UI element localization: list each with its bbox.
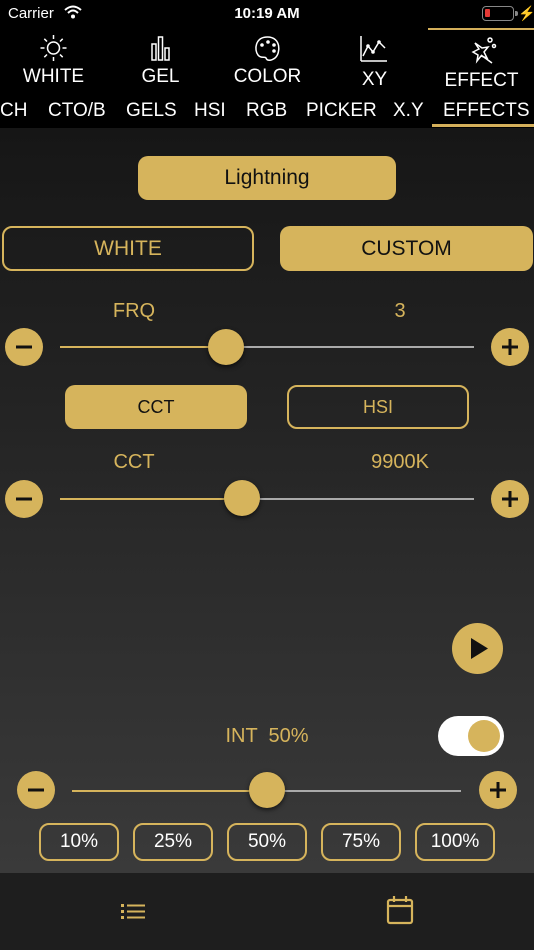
- intensity-decrease-button[interactable]: [17, 771, 55, 809]
- cct-increase-button[interactable]: [491, 480, 529, 518]
- mode-gel[interactable]: GEL: [107, 28, 214, 90]
- sun-icon: [40, 35, 67, 61]
- status-bar: Carrier 10:19 AM ⚡: [0, 0, 534, 28]
- intensity-increase-button[interactable]: [479, 771, 517, 809]
- mode-xy[interactable]: XY: [321, 28, 428, 90]
- subtab-bar: CH CTO/B GELS HSI RGB PICKER X.Y EFFECTS: [0, 92, 534, 128]
- plus-icon: [490, 782, 506, 798]
- tab-hsi[interactable]: HSI: [194, 100, 226, 122]
- mode-effect[interactable]: EFFECT: [428, 28, 534, 91]
- bottom-toolbar: [0, 873, 534, 950]
- minus-icon: [16, 497, 32, 501]
- minus-icon: [16, 345, 32, 349]
- tab-effects[interactable]: EFFECTS: [443, 100, 530, 122]
- custom-source-button[interactable]: CUSTOM: [280, 226, 533, 271]
- white-source-button[interactable]: WHITE: [2, 226, 254, 271]
- plus-icon: [502, 491, 518, 507]
- plus-icon: [502, 339, 518, 355]
- preset-10-button[interactable]: 10%: [39, 823, 119, 861]
- frq-label: FRQ: [112, 300, 156, 322]
- charging-icon: ⚡: [518, 5, 534, 21]
- cct-slider[interactable]: [60, 498, 474, 500]
- tab-rgb[interactable]: RGB: [246, 100, 287, 122]
- calendar-icon[interactable]: [386, 895, 414, 925]
- mode-color[interactable]: COLOR: [214, 28, 321, 90]
- frq-increase-button[interactable]: [491, 328, 529, 366]
- tab-cto-b[interactable]: CTO/B: [48, 100, 106, 122]
- mode-label: EFFECT: [444, 70, 519, 91]
- intensity-label: INT 50%: [225, 725, 309, 747]
- mode-label: WHITE: [22, 66, 85, 87]
- play-icon: [471, 638, 488, 659]
- tab-xy[interactable]: X.Y: [393, 100, 424, 122]
- tab-picker[interactable]: PICKER: [306, 100, 377, 122]
- cct-slider-thumb[interactable]: [224, 480, 261, 516]
- mode-bar: WHITE GEL COLOR XY EFFECT: [0, 28, 534, 91]
- magic-wand-icon: [471, 37, 497, 64]
- cct-mode-button[interactable]: CCT: [65, 385, 247, 429]
- frq-value: 3: [394, 300, 406, 322]
- preset-100-button[interactable]: 100%: [415, 823, 495, 861]
- mode-label: GEL: [141, 66, 180, 87]
- play-button[interactable]: [452, 623, 503, 674]
- minus-icon: [28, 788, 44, 792]
- frq-slider[interactable]: [60, 346, 474, 348]
- preset-75-button[interactable]: 75%: [321, 823, 401, 861]
- cct-decrease-button[interactable]: [5, 480, 43, 518]
- tab-gels[interactable]: GELS: [126, 100, 177, 122]
- list-icon[interactable]: [120, 901, 146, 921]
- clock: 10:19 AM: [234, 5, 300, 22]
- effect-selector-button[interactable]: Lightning: [138, 156, 396, 200]
- xy-graph-icon: [360, 36, 387, 62]
- mode-label: COLOR: [233, 66, 302, 87]
- battery-icon: [482, 6, 518, 21]
- cct-value: 9900K: [371, 451, 429, 473]
- mode-label: XY: [361, 69, 388, 90]
- preset-50-button[interactable]: 50%: [227, 823, 307, 861]
- palette-icon: [255, 36, 280, 61]
- active-tab-indicator: [432, 124, 534, 127]
- frq-slider-thumb[interactable]: [207, 329, 244, 365]
- mode-white[interactable]: WHITE: [0, 28, 107, 90]
- hsi-mode-button[interactable]: HSI: [287, 385, 469, 429]
- bar-chart-icon: [151, 36, 170, 61]
- frq-decrease-button[interactable]: [5, 328, 43, 366]
- intensity-slider-thumb[interactable]: [248, 772, 285, 808]
- intensity-toggle[interactable]: [438, 716, 504, 756]
- cct-label: CCT: [113, 451, 155, 473]
- tab-ch[interactable]: CH: [0, 100, 27, 122]
- preset-25-button[interactable]: 25%: [133, 823, 213, 861]
